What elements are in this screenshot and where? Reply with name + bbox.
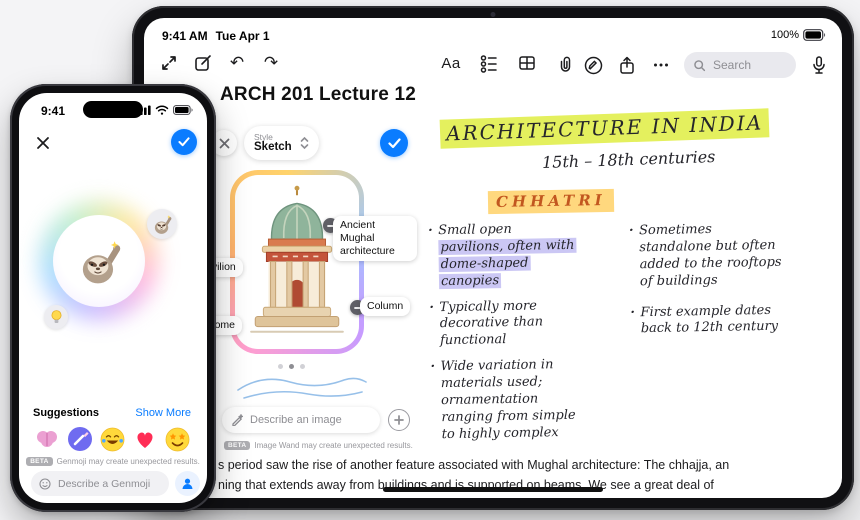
undo-icon[interactable]: ↶: [226, 52, 248, 74]
red-heart-emoji[interactable]: [131, 425, 159, 453]
suggestions-header: Suggestions Show More: [33, 407, 191, 419]
image-variant-dots[interactable]: [278, 364, 305, 369]
bullet-decorative: Typically more decorative than functiona…: [429, 297, 582, 350]
markup-pen-icon[interactable]: [582, 54, 604, 76]
handwritten-subheading: 15th – 18th centuries: [541, 146, 716, 173]
bullet-small-open-pavilions: Small open pavilions, often with dome-sh…: [428, 221, 581, 291]
ipad-status-bar-left: 9:41 AM Tue Apr 1: [162, 29, 270, 43]
redo-icon[interactable]: ↷: [260, 52, 282, 74]
battery-percent: 100%: [770, 29, 799, 41]
style-label: Style: [254, 131, 273, 142]
microphone-icon[interactable]: [808, 54, 830, 76]
mini-sloth-emoji: [147, 209, 177, 239]
toolbar-right-group: [582, 52, 830, 78]
ipad-status-time: 9:41 AM: [162, 29, 208, 43]
beta-text: Image Wand may create unexpected results…: [254, 441, 413, 450]
iphone-screen: 9:41 Suggestions Show More BETA Genmoji …: [19, 93, 207, 503]
generated-pavilion-image: [235, 175, 359, 349]
brain-emoji[interactable]: [33, 425, 61, 453]
toolbar-center-group: Aa: [440, 52, 576, 74]
style-value: Sketch: [254, 141, 292, 154]
handwritten-right-column: Sometimes standalone but often added to …: [629, 221, 789, 348]
compose-icon[interactable]: [192, 52, 214, 74]
ipad-front-camera: [490, 12, 496, 17]
sparkle-pencil-icon: [231, 414, 243, 426]
suggestions-label: Suggestions: [33, 407, 100, 419]
wifi-icon: [155, 105, 169, 115]
ipad-screen: 9:41 AM Tue Apr 1 100% ↶ ↷ Aa Search ARC…: [144, 18, 842, 498]
genmoji-accept-button[interactable]: [171, 129, 197, 155]
bullet-first-example: First example dates back to 12th century: [630, 302, 789, 339]
beta-badge: BETA: [224, 441, 251, 450]
handwritten-left-column: Small open pavilions, often with dome-sh…: [428, 221, 584, 453]
search-field[interactable]: [684, 52, 796, 78]
genmoji-face-icon: [39, 477, 51, 490]
tag-ancient-mughal-architecture[interactable]: Ancient Mughal architecture: [333, 216, 417, 262]
beta-badge: BETA: [26, 457, 53, 466]
attachment-paperclip-icon[interactable]: [554, 52, 576, 74]
genmoji-close-button[interactable]: [33, 133, 53, 153]
collapse-arrows-icon[interactable]: [158, 52, 180, 74]
iphone-status-icons: [136, 105, 193, 115]
search-icon: [693, 59, 706, 72]
search-input[interactable]: [711, 57, 785, 73]
describe-genmoji-input[interactable]: [56, 476, 160, 491]
iphone-battery-icon: [173, 105, 193, 115]
image-wand-accept-button[interactable]: [380, 129, 408, 157]
describe-genmoji-field[interactable]: [31, 471, 169, 496]
dynamic-island: [83, 101, 143, 118]
chevron-up-down-icon: [300, 136, 309, 150]
genmoji-preview: [49, 211, 149, 311]
person-avatar-button[interactable]: [175, 471, 200, 496]
iphone-device: 9:41 Suggestions Show More BETA Genmoji …: [10, 84, 216, 512]
text-format-icon[interactable]: Aa: [440, 52, 462, 74]
share-icon[interactable]: [616, 54, 638, 76]
generated-image-frame[interactable]: [230, 170, 364, 354]
ipad-device: 9:41 AM Tue Apr 1 100% ↶ ↷ Aa Search ARC…: [132, 6, 854, 510]
add-image-button[interactable]: [388, 409, 410, 431]
handwritten-section-title: CHHATRI: [487, 188, 614, 215]
bullet-standalone: Sometimes standalone but often added to …: [629, 221, 788, 291]
beta-text: Genmoji may create unexpected results.: [56, 457, 200, 466]
describe-image-field[interactable]: [222, 407, 380, 433]
bullet-materials: Wide variation in materials used; orname…: [430, 357, 583, 444]
note-body-line2: ning that extends away from buildings an…: [218, 478, 714, 492]
table-icon[interactable]: [516, 52, 538, 74]
cellular-signal-icon: [136, 105, 151, 115]
laughing-tears-emoji[interactable]: [98, 425, 126, 453]
pencil-sketch-scribble: [232, 370, 372, 404]
more-ellipsis-icon[interactable]: [650, 54, 672, 76]
toolbar-left-group: ↶ ↷: [158, 52, 282, 74]
note-body-line1: s period saw the rise of another feature…: [218, 458, 730, 472]
note-title: ARCH 201 Lecture 12: [220, 84, 416, 105]
sloth-genmoji: [74, 236, 124, 286]
ipad-status-bar-right: 100%: [771, 29, 826, 41]
iphone-status-time: 9:41: [41, 104, 66, 118]
battery-icon: [803, 29, 826, 41]
describe-image-input[interactable]: [248, 413, 372, 427]
show-more-link[interactable]: Show More: [135, 407, 191, 419]
tag-column[interactable]: Column: [360, 297, 411, 317]
paintbrush-emoji[interactable]: [66, 425, 94, 453]
genmoji-beta-note: BETA Genmoji may create unexpected resul…: [19, 457, 207, 466]
ipad-status-date: Tue Apr 1: [215, 29, 270, 43]
handwritten-heading: ARCHITECTURE IN INDIA: [439, 108, 770, 149]
ipad-home-indicator[interactable]: [383, 487, 603, 492]
star-struck-emoji[interactable]: [163, 425, 191, 453]
style-picker[interactable]: Style Sketch: [244, 126, 319, 160]
lightbulb-emoji: [44, 305, 68, 329]
emoji-suggestions-row: [33, 425, 191, 453]
checklist-icon[interactable]: [478, 52, 500, 74]
image-wand-beta-note: BETA Image Wand may create unexpected re…: [224, 441, 413, 450]
